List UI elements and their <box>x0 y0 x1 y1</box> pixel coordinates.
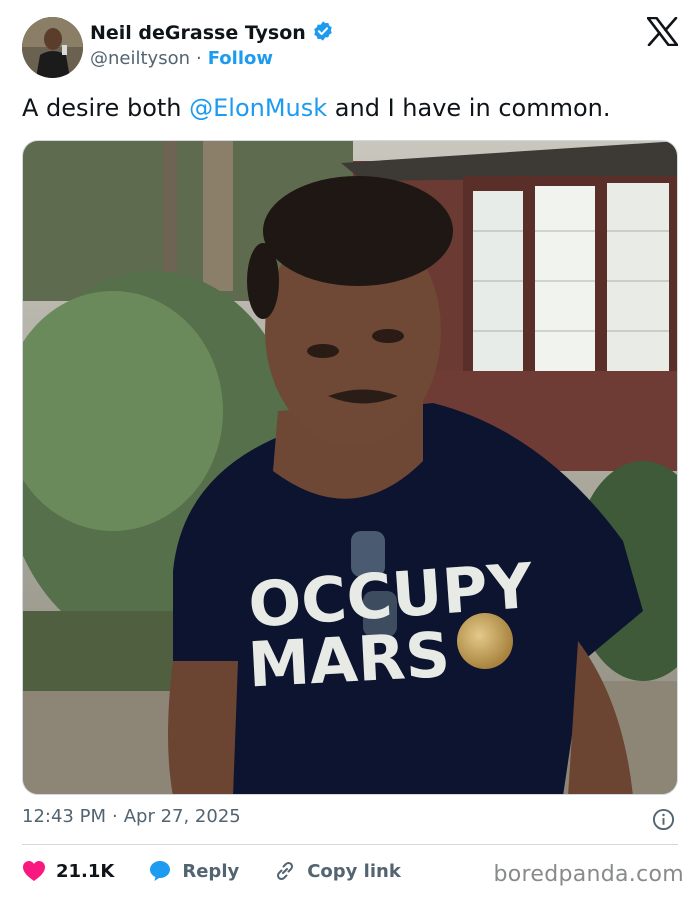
copy-link-label: Copy link <box>307 860 401 882</box>
tweet-card: Neil deGrasse Tyson @neiltyson · Follow … <box>0 0 700 898</box>
reply-bubble-icon <box>148 859 172 883</box>
verified-badge-icon <box>312 20 334 46</box>
mention-link[interactable]: @ElonMusk <box>189 94 327 122</box>
shirt-text-line2: MARS <box>246 618 452 701</box>
tweet-text-after: and I have in common. <box>327 94 611 122</box>
tweet-time: 12:43 PM <box>22 806 106 827</box>
link-icon <box>273 859 297 883</box>
timestamp-separator: · <box>111 806 118 827</box>
like-button[interactable]: 21.1K <box>22 860 114 882</box>
follow-button[interactable]: Follow <box>208 48 273 69</box>
author-handle-row: @neiltyson · Follow <box>90 48 273 69</box>
like-count: 21.1K <box>56 860 115 882</box>
divider <box>22 844 678 845</box>
info-icon[interactable] <box>652 808 675 831</box>
author-handle[interactable]: @neiltyson <box>90 48 190 69</box>
x-logo-icon[interactable] <box>646 16 679 47</box>
tweet-text-before: A desire both <box>22 94 190 122</box>
reply-label: Reply <box>182 860 240 882</box>
handle-separator: · <box>196 48 202 69</box>
action-bar: 21.1K Reply Copy link <box>22 856 435 886</box>
tweet-timestamp[interactable]: 12:43 PM · Apr 27, 2025 <box>22 806 241 827</box>
author-name[interactable]: Neil deGrasse Tyson <box>90 22 306 44</box>
author-name-row: Neil deGrasse Tyson <box>90 20 334 46</box>
tweet-date: Apr 27, 2025 <box>123 806 241 827</box>
watermark: boredpanda.com <box>493 862 684 887</box>
tweet-photo[interactable]: OCCUPY MARS <box>22 140 678 795</box>
author-avatar[interactable] <box>22 17 83 78</box>
heart-icon <box>22 860 46 882</box>
reply-button[interactable]: Reply <box>148 859 239 883</box>
copy-link-button[interactable]: Copy link <box>273 859 401 883</box>
tweet-text: A desire both @ElonMusk and I have in co… <box>22 92 610 124</box>
